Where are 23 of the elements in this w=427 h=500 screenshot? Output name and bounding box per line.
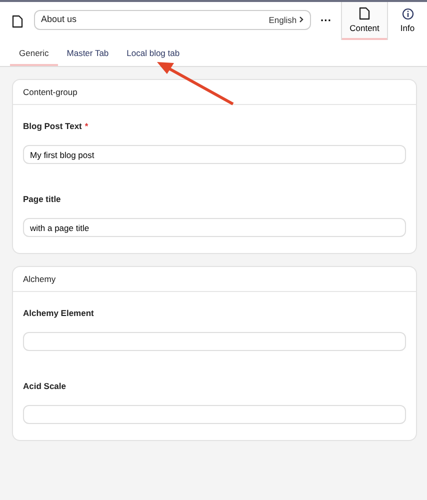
required-mark: * (84, 120, 88, 132)
field-label: Acid Scale (23, 380, 66, 392)
document-icon (359, 7, 370, 20)
tab[interactable]: Local blog tab (118, 40, 189, 66)
group-title: Content-group (13, 80, 416, 105)
input-field[interactable] (23, 405, 406, 424)
info-icon (402, 8, 414, 20)
input-field[interactable]: My first blog post (23, 145, 406, 164)
field-label: Alchemy Element (23, 306, 94, 320)
page-name: About us (41, 13, 77, 26)
tab[interactable]: Generic (10, 40, 58, 66)
field-label: Blog Post Text (23, 120, 82, 132)
field-label: Page title (23, 192, 61, 206)
tab[interactable]: Master Tab (58, 40, 118, 66)
input-field[interactable]: with a page title (23, 218, 406, 237)
page-icon (12, 14, 22, 28)
chevron-icon (299, 16, 304, 24)
more-button[interactable]: ··· (311, 2, 341, 40)
group-title: Alchemy (13, 267, 416, 292)
page-selector[interactable]: About us English (34, 10, 311, 30)
input-field[interactable] (23, 332, 406, 351)
side-tab[interactable]: Content (341, 2, 387, 40)
language-selector[interactable]: English (268, 14, 304, 26)
